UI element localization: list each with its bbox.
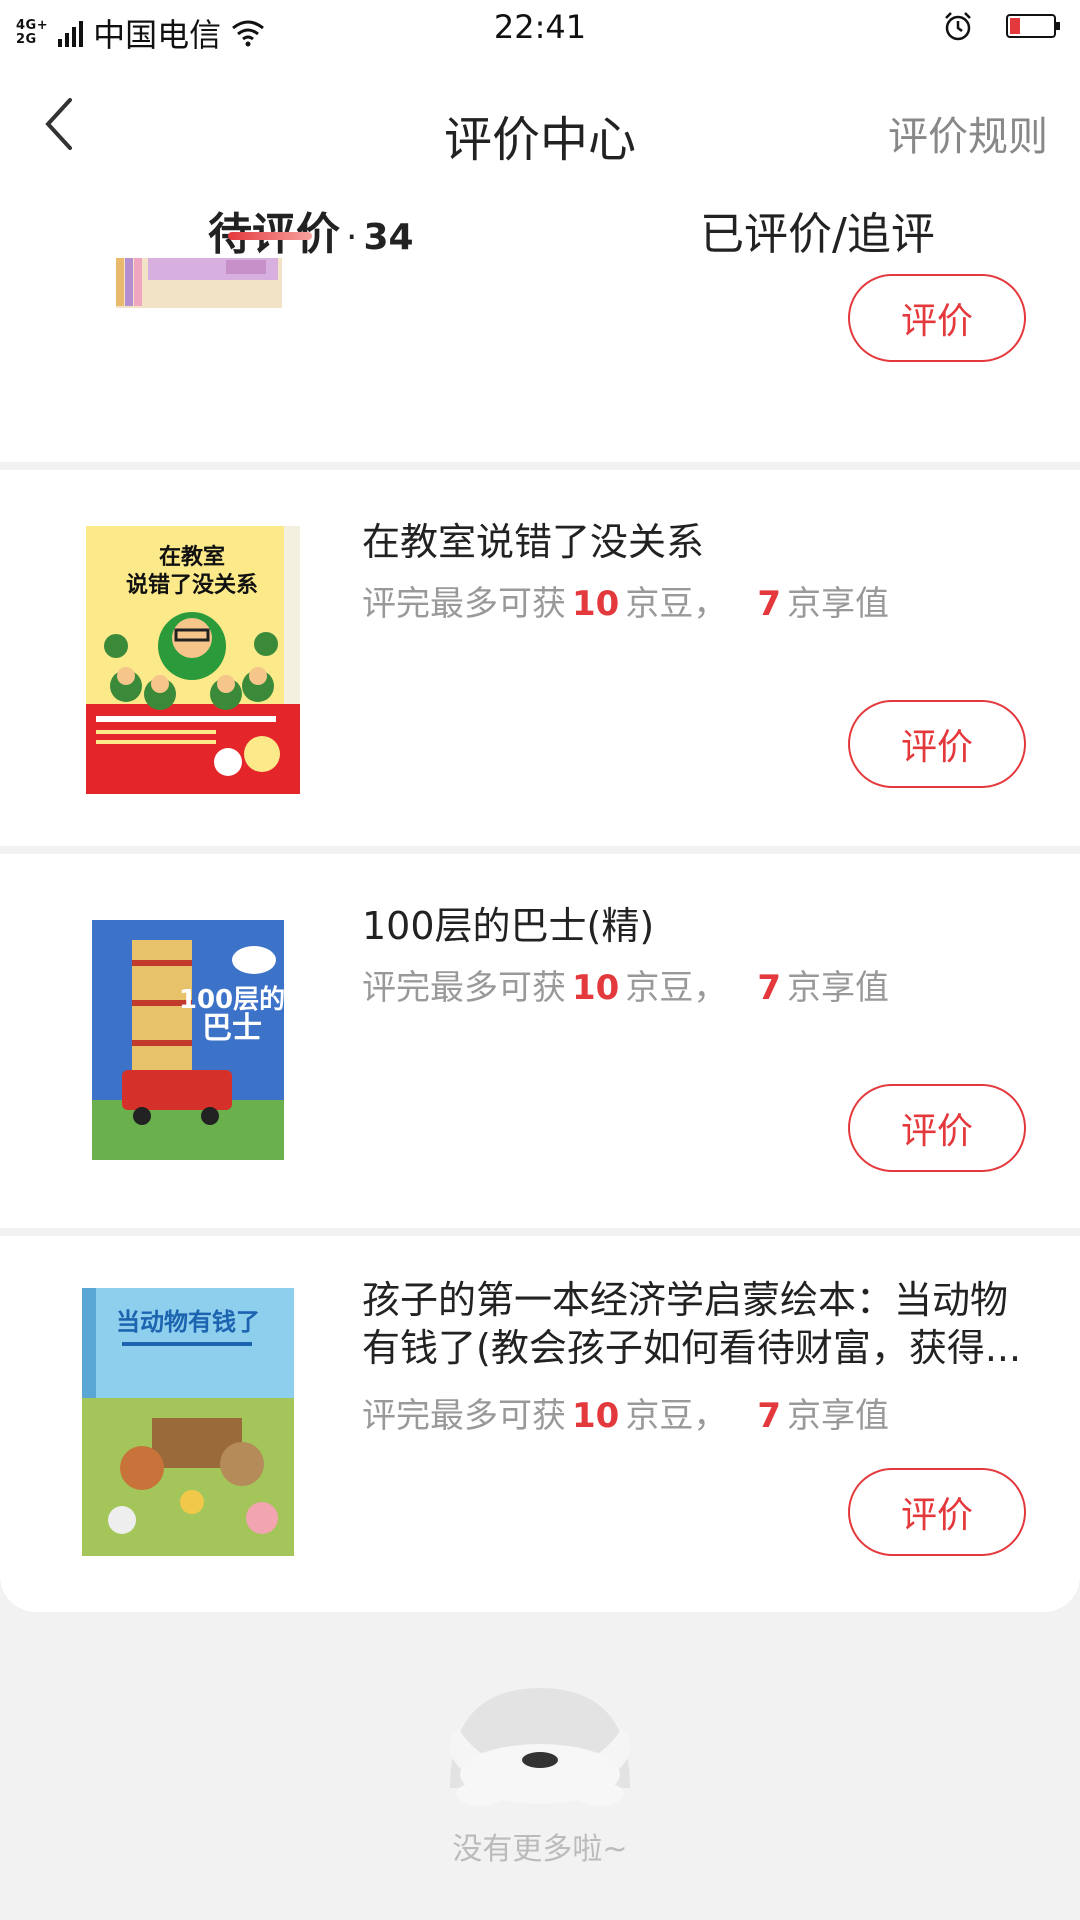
reward-prefix: 评完最多可获 xyxy=(362,584,566,624)
clock: 22:41 xyxy=(493,8,587,46)
product-card: 在教室 说错了没关系 在教室说错了没关系 评完最多可获 10 京豆， 7 京享值 评价 xyxy=(0,470,1080,846)
status-bar: 4G+ 2G 中国电信 22:41 xyxy=(0,0,1080,58)
value-count: 7 xyxy=(757,968,781,1008)
bean-unit: 京豆， xyxy=(625,1396,728,1436)
tab-bar: 待评价 · 34 已评价/追评 xyxy=(0,188,1080,260)
value-count: 7 xyxy=(757,584,781,624)
value-unit: 京享值 xyxy=(787,1396,889,1436)
tab-reviewed[interactable]: 已评价/追评 xyxy=(700,198,935,262)
product-title[interactable]: 孩子的第一本经济学启蒙绘本：当动物有钱了(教会孩子如何看待财富，获得... xyxy=(362,1276,1042,1372)
review-center-page: 4G+ 2G 中国电信 22:41 评价中心 评价规则 待评价 · 34 已评价… xyxy=(0,0,1080,1920)
product-card-partial: 评价 xyxy=(0,258,1080,462)
battery-icon xyxy=(1006,14,1060,38)
review-rules-link[interactable]: 评价规则 xyxy=(888,104,1048,162)
reward-info: 评完最多可获 10 京豆， 7 京享值 xyxy=(362,960,889,1009)
product-cover-image xyxy=(116,258,282,308)
product-cover-image: 当动物有钱了 xyxy=(82,1288,294,1556)
bean-count: 10 xyxy=(572,1396,620,1436)
tab-pending-separator: · xyxy=(346,217,358,258)
reward-prefix: 评完最多可获 xyxy=(362,968,566,1008)
rate-button[interactable]: 评价 xyxy=(848,700,1026,788)
rate-button[interactable]: 评价 xyxy=(848,274,1026,362)
product-card: 当动物有钱了 孩子的第一本经济学启蒙绘本：当动物有钱了(教会孩子如何看待财富，获… xyxy=(0,1236,1080,1612)
product-cover-image: 在教室 说错了没关系 xyxy=(86,526,300,794)
tab-pending[interactable]: 待评价 · 34 xyxy=(208,198,414,262)
bean-unit: 京豆， xyxy=(625,968,728,1008)
rate-button[interactable]: 评价 xyxy=(848,1468,1026,1556)
cover-title-line2: 巴士 xyxy=(202,1011,262,1046)
value-count: 7 xyxy=(757,1396,781,1436)
reward-info: 评完最多可获 10 京豆， 7 京享值 xyxy=(362,1388,889,1437)
product-cover-image: 100层的 巴士 xyxy=(92,920,284,1160)
product-title[interactable]: 100层的巴士(精) xyxy=(362,902,1042,950)
rate-button[interactable]: 评价 xyxy=(848,1084,1026,1172)
value-unit: 京享值 xyxy=(787,584,889,624)
product-title[interactable]: 在教室说错了没关系 xyxy=(362,518,1042,566)
header: 评价中心 评价规则 待评价 · 34 已评价/追评 xyxy=(0,58,1080,260)
bean-count: 10 xyxy=(572,968,620,1008)
no-more-text: 没有更多啦~ xyxy=(452,1832,628,1867)
bean-unit: 京豆， xyxy=(625,584,728,624)
product-card: 100层的 巴士 100层的巴士(精) 评完最多可获 10 京豆， 7 京享值 评价 xyxy=(0,854,1080,1228)
value-unit: 京享值 xyxy=(787,968,889,1008)
mascot-icon xyxy=(449,1688,631,1806)
cover-title-line1: 在教室 xyxy=(159,544,225,570)
reward-info: 评完最多可获 10 京豆， 7 京享值 xyxy=(362,576,889,625)
bean-count: 10 xyxy=(572,584,620,624)
tab-pending-count: 34 xyxy=(363,217,414,258)
alarm-icon xyxy=(945,12,971,41)
status-right xyxy=(942,10,1062,42)
reward-prefix: 评完最多可获 xyxy=(362,1396,566,1436)
active-tab-indicator xyxy=(228,232,312,240)
cover-title-line2: 说错了没关系 xyxy=(126,572,258,598)
cover-title: 当动物有钱了 xyxy=(116,1308,260,1336)
